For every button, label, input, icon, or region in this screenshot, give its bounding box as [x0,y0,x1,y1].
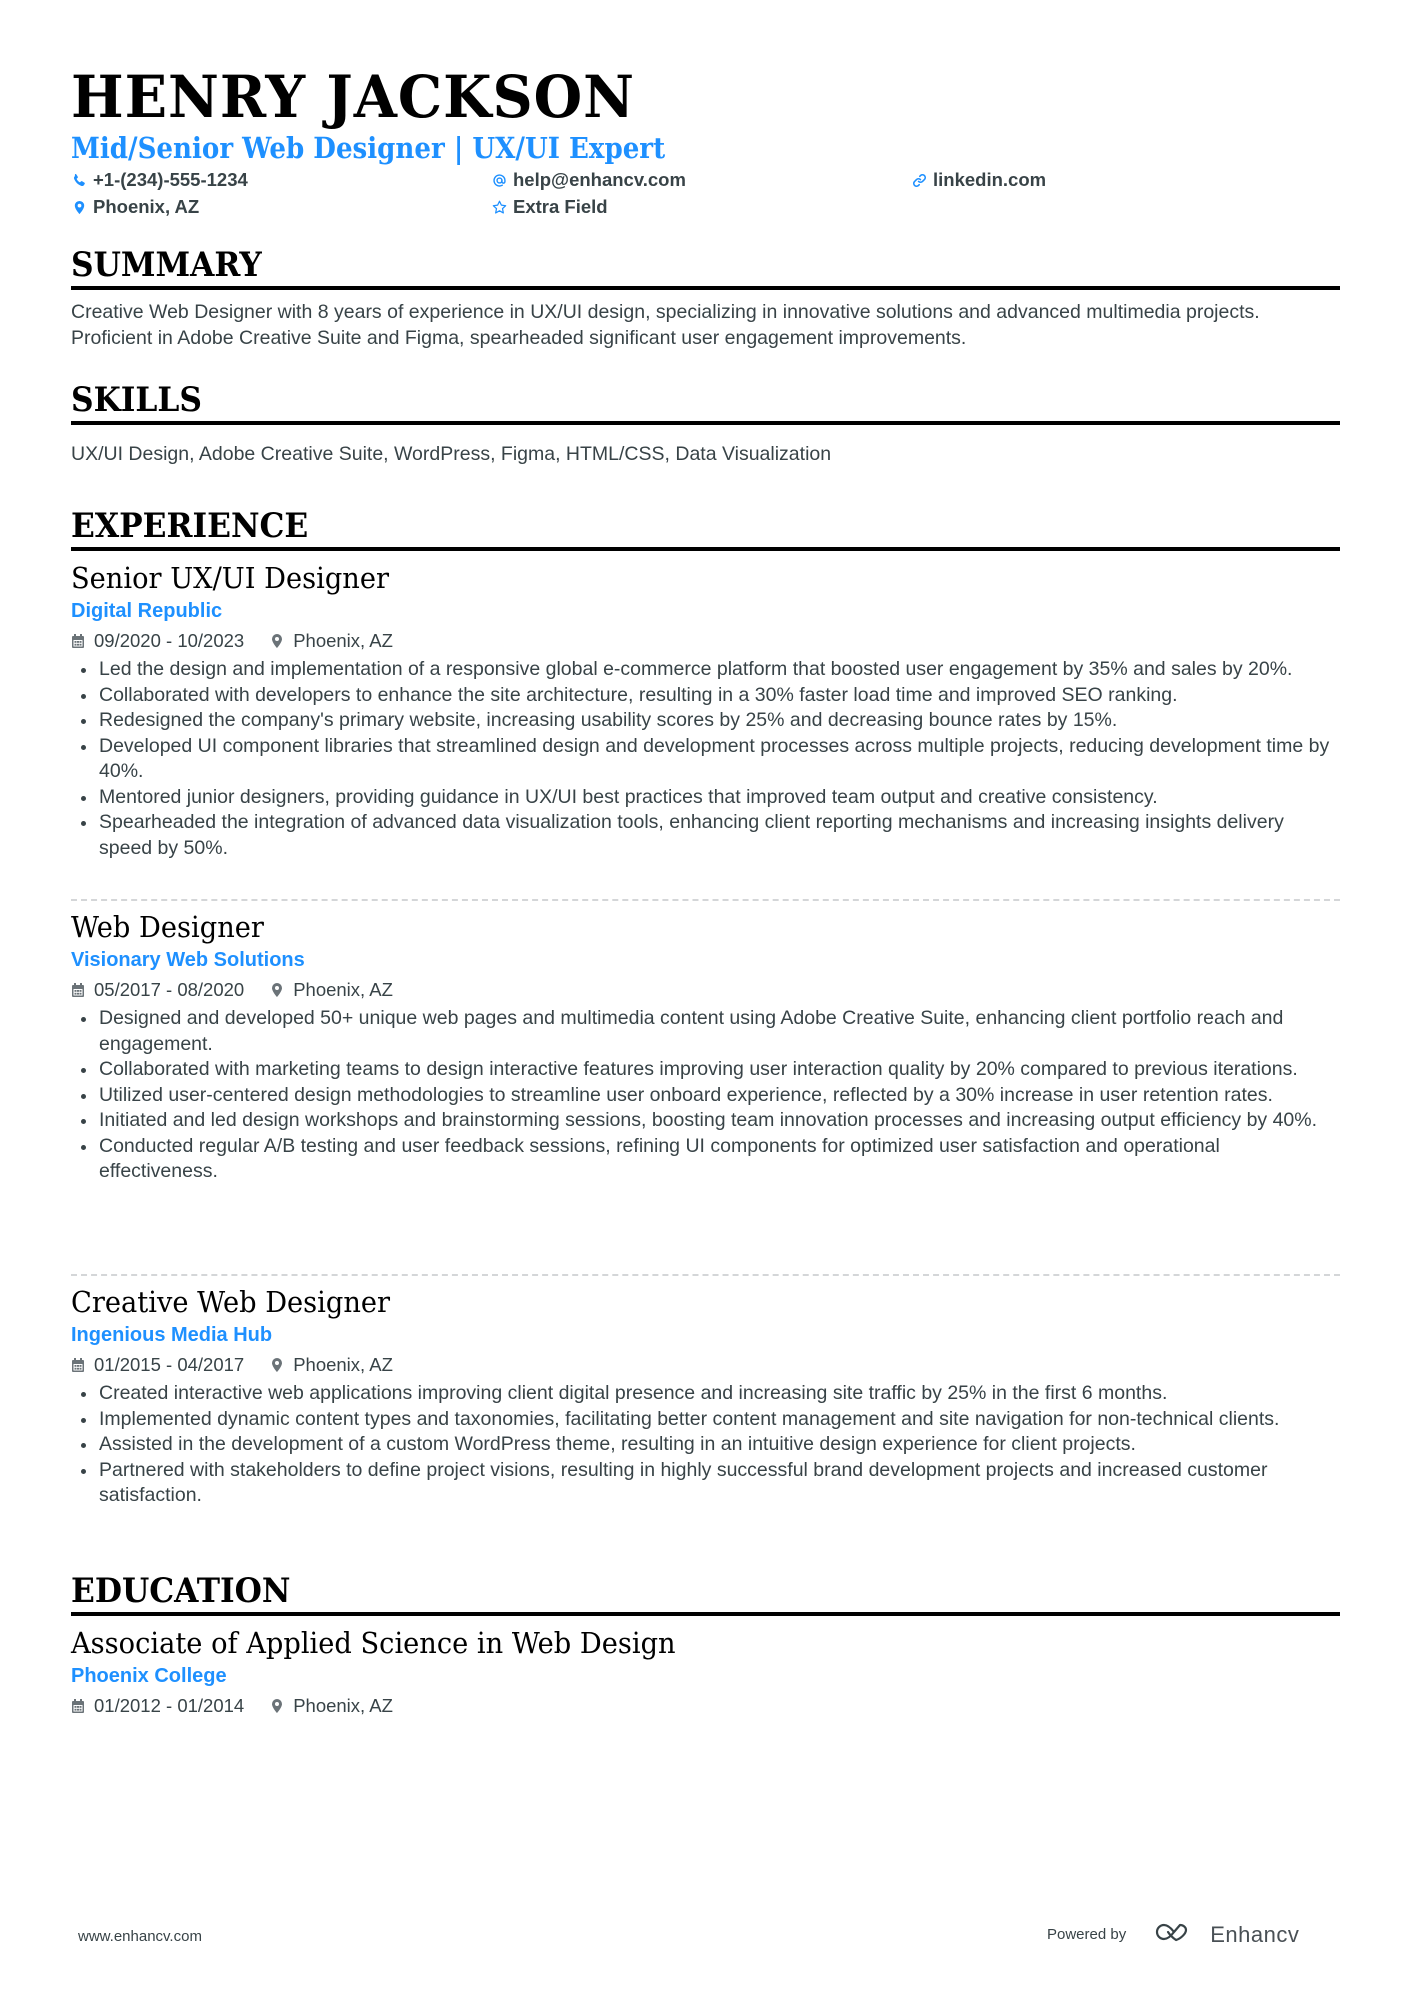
bullet-item: Spearheaded the integration of advanced … [71,810,1340,861]
link-icon [911,172,927,188]
experience-entry: Senior UX/UI Designer Digital Republic 0… [71,560,1340,861]
bullet-item: Initiated and led design workshops and b… [71,1108,1340,1134]
job-bullets: Led the design and implementation of a r… [71,657,1340,861]
location-pin-icon [71,199,87,215]
job-title: Creative Web Designer [71,1285,391,1319]
calendar-icon [71,1357,85,1373]
bullet-item: Developed UI component libraries that st… [71,734,1340,785]
candidate-headline: Mid/Senior Web Designer | UX/UI Expert [71,131,666,165]
education-entry: Associate of Applied Science in Web Desi… [71,1625,1340,1719]
section-title-skills: SKILLS [71,380,1340,425]
company-name[interactable]: Ingenious Media Hub [71,1322,1340,1348]
section-title-education: EDUCATION [71,1571,1340,1616]
bullet-item: Implemented dynamic content types and ta… [71,1407,1340,1433]
enhancv-logo-icon [1154,1920,1200,1949]
bullet-item: Collaborated with developers to enhance … [71,683,1340,709]
summary-text: Creative Web Designer with 8 years of ex… [71,301,1260,349]
bullet-item: Conducted regular A/B testing and user f… [71,1134,1340,1185]
job-meta: 05/2017 - 08/2020 Phoenix, AZ [71,977,1340,1003]
contact-extra-field: Extra Field [491,196,608,218]
contact-linkedin[interactable]: linkedin.com [911,169,1046,191]
at-icon [491,172,507,188]
calendar-icon [71,633,85,649]
contact-phone[interactable]: +1-(234)-555-1234 [71,169,248,191]
bullet-item: Collaborated with marketing teams to des… [71,1057,1340,1083]
bullet-item: Led the design and implementation of a r… [71,657,1340,683]
job-dates: 05/2017 - 08/2020 [94,979,245,1000]
brand-name: Enhancv [1210,1921,1300,1947]
candidate-name: HENRY JACKSON [71,63,635,131]
bullet-item: Assisted in the development of a custom … [71,1432,1340,1458]
job-location: Phoenix, AZ [293,979,393,1000]
location-pin-icon [270,633,284,649]
location-pin-icon [270,1698,284,1714]
school-name[interactable]: Phoenix College [71,1663,1340,1689]
degree-title: Associate of Applied Science in Web Desi… [71,1626,676,1660]
bullet-item: Partnered with stakeholders to define pr… [71,1458,1340,1509]
job-title: Senior UX/UI Designer [71,561,390,595]
calendar-icon [71,1698,85,1714]
education-location: Phoenix, AZ [293,1695,393,1716]
bullet-item: Created interactive web applications imp… [71,1381,1340,1407]
footer-branding[interactable]: Powered by Enhancv [1047,1920,1299,1949]
email-text: help@enhancv.com [513,169,686,190]
calendar-icon [71,982,85,998]
job-bullets: Created interactive web applications imp… [71,1381,1340,1509]
job-location: Phoenix, AZ [293,630,393,651]
job-meta: 01/2015 - 04/2017 Phoenix, AZ [71,1352,1340,1378]
experience-entry: Creative Web Designer Ingenious Media Hu… [71,1284,1340,1509]
bullet-item: Designed and developed 50+ unique web pa… [71,1006,1340,1057]
bullet-item: Utilized user-centered design methodolog… [71,1083,1340,1109]
contact-location: Phoenix, AZ [71,196,199,218]
entry-separator [71,899,1340,901]
job-dates: 01/2015 - 04/2017 [94,1354,245,1375]
section-title-summary: SUMMARY [71,245,1340,290]
job-bullets: Designed and developed 50+ unique web pa… [71,1006,1340,1185]
powered-by-label: Powered by [1047,1926,1127,1943]
phone-icon [71,172,87,188]
star-icon [491,199,507,215]
education-meta: 01/2012 - 01/2014 Phoenix, AZ [71,1693,1340,1719]
job-location: Phoenix, AZ [293,1354,393,1375]
job-dates: 09/2020 - 10/2023 [94,630,245,651]
company-name[interactable]: Digital Republic [71,598,1340,624]
phone-text: +1-(234)-555-1234 [93,169,248,190]
bullet-item: Mentored junior designers, providing gui… [71,785,1340,811]
footer-website-link[interactable]: www.enhancv.com [78,1928,202,1945]
experience-entry: Web Designer Visionary Web Solutions 05/… [71,909,1340,1185]
bullet-item: Redesigned the company's primary website… [71,708,1340,734]
skills-text: UX/UI Design, Adobe Creative Suite, Word… [71,443,832,465]
company-name[interactable]: Visionary Web Solutions [71,947,1340,973]
job-title: Web Designer [71,910,264,944]
job-meta: 09/2020 - 10/2023 Phoenix, AZ [71,628,1340,654]
location-pin-icon [270,1357,284,1373]
education-dates: 01/2012 - 01/2014 [94,1695,245,1716]
location-text: Phoenix, AZ [93,196,200,217]
linkedin-text: linkedin.com [933,169,1047,190]
location-pin-icon [270,982,284,998]
entry-separator [71,1274,1340,1276]
section-title-experience: EXPERIENCE [71,506,1340,551]
contact-email[interactable]: help@enhancv.com [491,169,686,191]
extra-field-text: Extra Field [513,196,608,217]
